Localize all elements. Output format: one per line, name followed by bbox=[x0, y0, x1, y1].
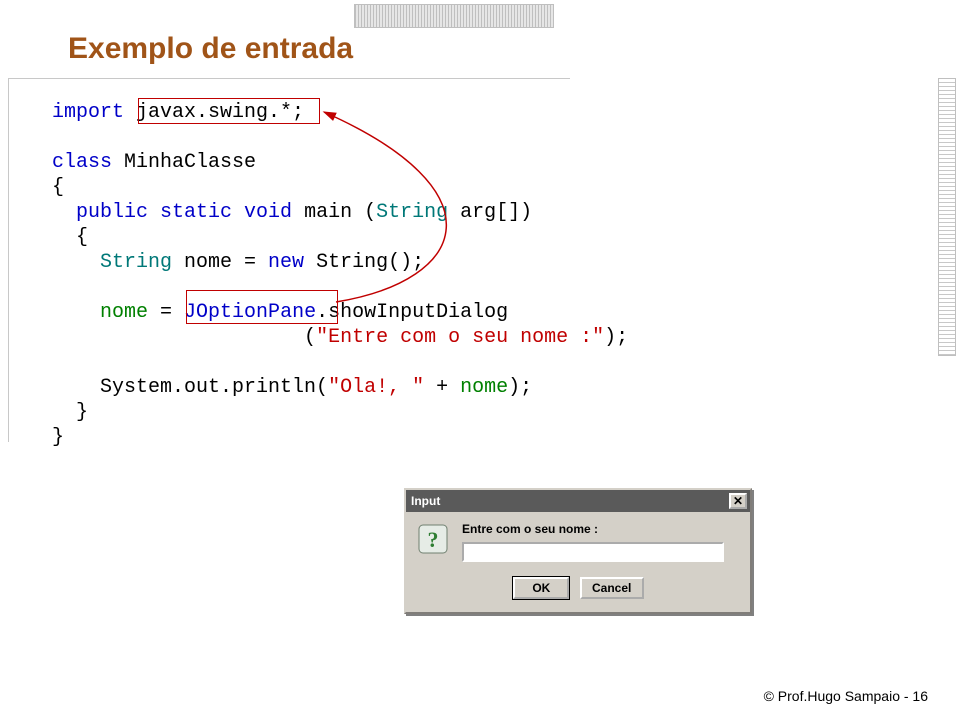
main-paren-open: ( bbox=[364, 201, 376, 224]
print-close: ); bbox=[508, 376, 532, 399]
close-icon: ✕ bbox=[733, 494, 743, 508]
print-var: nome bbox=[460, 376, 508, 399]
new-call: String(); bbox=[304, 251, 424, 274]
brace-close-2: } bbox=[76, 401, 88, 424]
dialog-label: Entre com o seu nome : bbox=[462, 522, 740, 536]
pane-literal: "Entre com o seu nome :" bbox=[316, 326, 604, 349]
arg-rest: arg[]) bbox=[448, 201, 532, 224]
dialog-body: ? Entre com o seu nome : OK Cancel bbox=[406, 512, 750, 612]
kw-import: import bbox=[52, 101, 124, 124]
assign-eq: = bbox=[148, 301, 184, 324]
decor-left-rule bbox=[8, 78, 9, 442]
pane-method: showInputDialog bbox=[328, 301, 508, 324]
decl-rest: nome = bbox=[172, 251, 268, 274]
ok-button-label: OK bbox=[513, 577, 569, 599]
dialog-button-row: OK Cancel bbox=[416, 576, 740, 600]
main-name: main bbox=[304, 201, 352, 224]
slide: Exemplo de entrada import javax.swing.*;… bbox=[0, 0, 960, 720]
dialog-content: ? Entre com o seu nome : bbox=[416, 522, 740, 562]
print-call: System.out.println( bbox=[100, 376, 328, 399]
main-modifiers: public static void bbox=[76, 201, 292, 224]
pane-class: JOptionPane bbox=[184, 301, 316, 324]
kw-class: class bbox=[52, 151, 112, 174]
input-dialog: Input ✕ ? Entre com o seu nome : OK bbox=[404, 488, 752, 614]
brace-open-2: { bbox=[76, 226, 88, 249]
arg-type: String bbox=[376, 201, 448, 224]
svg-text:?: ? bbox=[428, 527, 439, 552]
brace-open-1: { bbox=[52, 176, 64, 199]
dialog-titlebar: Input ✕ bbox=[406, 490, 750, 512]
dialog-title: Input bbox=[409, 494, 440, 508]
decor-title-rule bbox=[8, 78, 570, 79]
ok-button[interactable]: OK bbox=[512, 576, 570, 600]
brace-close-1: } bbox=[52, 426, 64, 449]
close-button[interactable]: ✕ bbox=[729, 493, 747, 509]
decl-type: String bbox=[100, 251, 172, 274]
name-input[interactable] bbox=[462, 542, 724, 562]
print-literal: "Ola!, " bbox=[328, 376, 424, 399]
question-icon: ? bbox=[416, 522, 452, 558]
decor-right-hatch bbox=[938, 78, 956, 356]
class-name: MinhaClasse bbox=[124, 151, 256, 174]
decor-top-bar bbox=[354, 4, 554, 28]
assign-lhs: nome bbox=[100, 301, 148, 324]
cancel-button[interactable]: Cancel bbox=[580, 577, 644, 599]
pane-args-open: ( bbox=[304, 326, 316, 349]
pane-args-close: ); bbox=[604, 326, 628, 349]
pane-dot: . bbox=[316, 301, 328, 324]
dialog-fields: Entre com o seu nome : bbox=[462, 522, 740, 562]
code-block: import javax.swing.*; class MinhaClasse … bbox=[52, 100, 628, 450]
import-target: javax.swing.*; bbox=[136, 101, 304, 124]
slide-footer: © Prof.Hugo Sampaio - 16 bbox=[764, 688, 928, 704]
print-concat: + bbox=[424, 376, 460, 399]
kw-new: new bbox=[268, 251, 304, 274]
slide-title: Exemplo de entrada bbox=[68, 32, 353, 66]
